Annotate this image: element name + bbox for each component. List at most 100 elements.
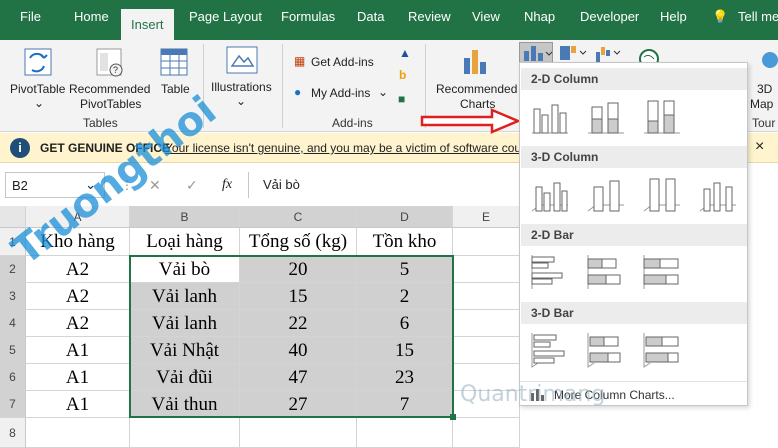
tab-page-layout[interactable]: Page Layout (189, 9, 262, 24)
cell-e1[interactable] (453, 228, 520, 256)
column-header-c[interactable]: C (240, 206, 357, 228)
cell-c7[interactable]: 27 (240, 391, 357, 418)
cell-d6[interactable]: 23 (357, 364, 453, 391)
3d-100-stacked-bar-icon[interactable] (642, 331, 682, 369)
cell-c5[interactable]: 40 (240, 337, 357, 364)
table-icon (160, 48, 188, 76)
my-addins-button[interactable]: My Add-ins (311, 86, 370, 100)
3d-stacked-bar-icon[interactable] (586, 331, 626, 369)
tab-developer[interactable]: Developer (580, 9, 639, 24)
cell-c3[interactable]: 15 (240, 283, 357, 310)
tab-nhap[interactable]: Nhap (524, 9, 555, 24)
row-header-6[interactable]: 6 (0, 364, 26, 391)
tab-data[interactable]: Data (357, 9, 384, 24)
tab-formulas[interactable]: Formulas (281, 9, 335, 24)
cell-e5[interactable] (453, 337, 520, 364)
tab-home[interactable]: Home (74, 9, 109, 24)
3d-100-stacked-column-icon[interactable] (642, 175, 682, 213)
section-3d-column: 3-D Column (521, 146, 747, 168)
cell-d8[interactable] (357, 418, 453, 448)
illustrations-button[interactable]: Illustrations (211, 80, 272, 94)
info-icon: i (10, 138, 30, 158)
close-icon[interactable]: × (755, 138, 764, 156)
recommended-charts-button[interactable]: Recommended (436, 82, 517, 96)
hierarchy-chart-icon[interactable] (558, 44, 588, 64)
pivottable-icon (24, 48, 52, 76)
chevron-down-icon[interactable]: ⌄ (34, 96, 44, 110)
recommended-charts-icon (464, 50, 486, 74)
cell-d7[interactable]: 7 (357, 391, 453, 418)
get-addins-button[interactable]: Get Add-ins (311, 55, 374, 69)
cell-b3[interactable]: Vải lanh (130, 283, 240, 310)
cell-e2[interactable] (453, 256, 520, 283)
cell-d4[interactable]: 6 (357, 310, 453, 337)
illustrations-icon (226, 46, 258, 74)
3d-stacked-column-icon[interactable] (586, 175, 626, 213)
cell-d3[interactable]: 2 (357, 283, 453, 310)
column-header-b[interactable]: B (130, 206, 240, 228)
cell-c1[interactable]: Tổng số (kg) (240, 228, 357, 256)
stacked-column-icon[interactable] (586, 97, 626, 135)
cell-d5[interactable]: 15 (357, 337, 453, 364)
insert-function-button[interactable]: fx (222, 177, 232, 193)
cell-b5[interactable]: Vải Nhật (130, 337, 240, 364)
chevron-down-icon[interactable]: ⌄ (236, 94, 246, 108)
cell-a4[interactable]: A2 (26, 310, 130, 337)
cell-a3[interactable]: A2 (26, 283, 130, 310)
3d-map-label: Map (750, 97, 774, 111)
tab-file[interactable]: File (20, 9, 41, 24)
column-chart-icon (524, 46, 553, 61)
3d-map-button[interactable]: 3D (757, 82, 772, 96)
cell-c6[interactable]: 47 (240, 364, 357, 391)
cell-a5[interactable]: A1 (26, 337, 130, 364)
cell-b1[interactable]: Loại hàng (130, 228, 240, 256)
column-chart-button[interactable] (519, 42, 553, 64)
tab-help[interactable]: Help (660, 9, 687, 24)
cell-e4[interactable] (453, 310, 520, 337)
column-header-d[interactable]: D (357, 206, 453, 228)
cell-c4[interactable]: 22 (240, 310, 357, 337)
recommended-pivottables-button[interactable]: Recommended (69, 82, 150, 96)
tab-insert[interactable]: Insert (121, 9, 174, 40)
cell-b2[interactable]: Vải bò (130, 256, 240, 283)
100-stacked-bar-icon[interactable] (642, 253, 682, 291)
100-stacked-column-icon[interactable] (642, 97, 682, 135)
row-header-7[interactable]: 7 (0, 391, 26, 418)
chevron-down-icon[interactable]: ⌄ (378, 85, 388, 99)
cell-a7[interactable]: A1 (26, 391, 130, 418)
row-header-5[interactable]: 5 (0, 337, 26, 364)
banner-message-link[interactable]: Your license isn't genuine, and you may … (165, 141, 521, 155)
waterfall-chart-icon[interactable] (594, 44, 624, 64)
table-button[interactable]: Table (161, 82, 190, 96)
cell-c2[interactable]: 20 (240, 256, 357, 283)
cell-a6[interactable]: A1 (26, 364, 130, 391)
clustered-column-icon[interactable] (530, 97, 570, 135)
3d-clustered-column-icon[interactable] (530, 175, 570, 213)
cell-e3[interactable] (453, 283, 520, 310)
stacked-bar-icon[interactable] (586, 253, 626, 291)
3d-column-icon[interactable] (698, 175, 738, 213)
cell-c8[interactable] (240, 418, 357, 448)
row-header-4[interactable]: 4 (0, 310, 26, 337)
tab-review[interactable]: Review (408, 9, 451, 24)
cell-e8[interactable] (453, 418, 520, 448)
formula-input[interactable]: Vải bò (248, 172, 520, 198)
enter-button[interactable]: ✓ (186, 177, 198, 194)
cell-d2[interactable]: 5 (357, 256, 453, 283)
3d-map-icon (762, 52, 778, 68)
cell-b8[interactable] (130, 418, 240, 448)
3d-clustered-bar-icon[interactable] (530, 331, 570, 369)
cell-a8[interactable] (26, 418, 130, 448)
cell-b7[interactable]: Vải thun (130, 391, 240, 418)
cell-d1[interactable]: Tồn kho (357, 228, 453, 256)
row-header-8[interactable]: 8 (0, 418, 26, 448)
tab-tell-me[interactable]: Tell me (738, 9, 778, 24)
pivottable-button[interactable]: PivotTable (10, 82, 65, 96)
tab-view[interactable]: View (472, 9, 500, 24)
column-header-e[interactable]: E (453, 206, 520, 228)
cell-b4[interactable]: Vải lanh (130, 310, 240, 337)
clustered-bar-icon[interactable] (530, 253, 570, 291)
row-header-3[interactable]: 3 (0, 283, 26, 310)
cell-b6[interactable]: Vải đũi (130, 364, 240, 391)
fill-handle[interactable] (450, 414, 456, 420)
